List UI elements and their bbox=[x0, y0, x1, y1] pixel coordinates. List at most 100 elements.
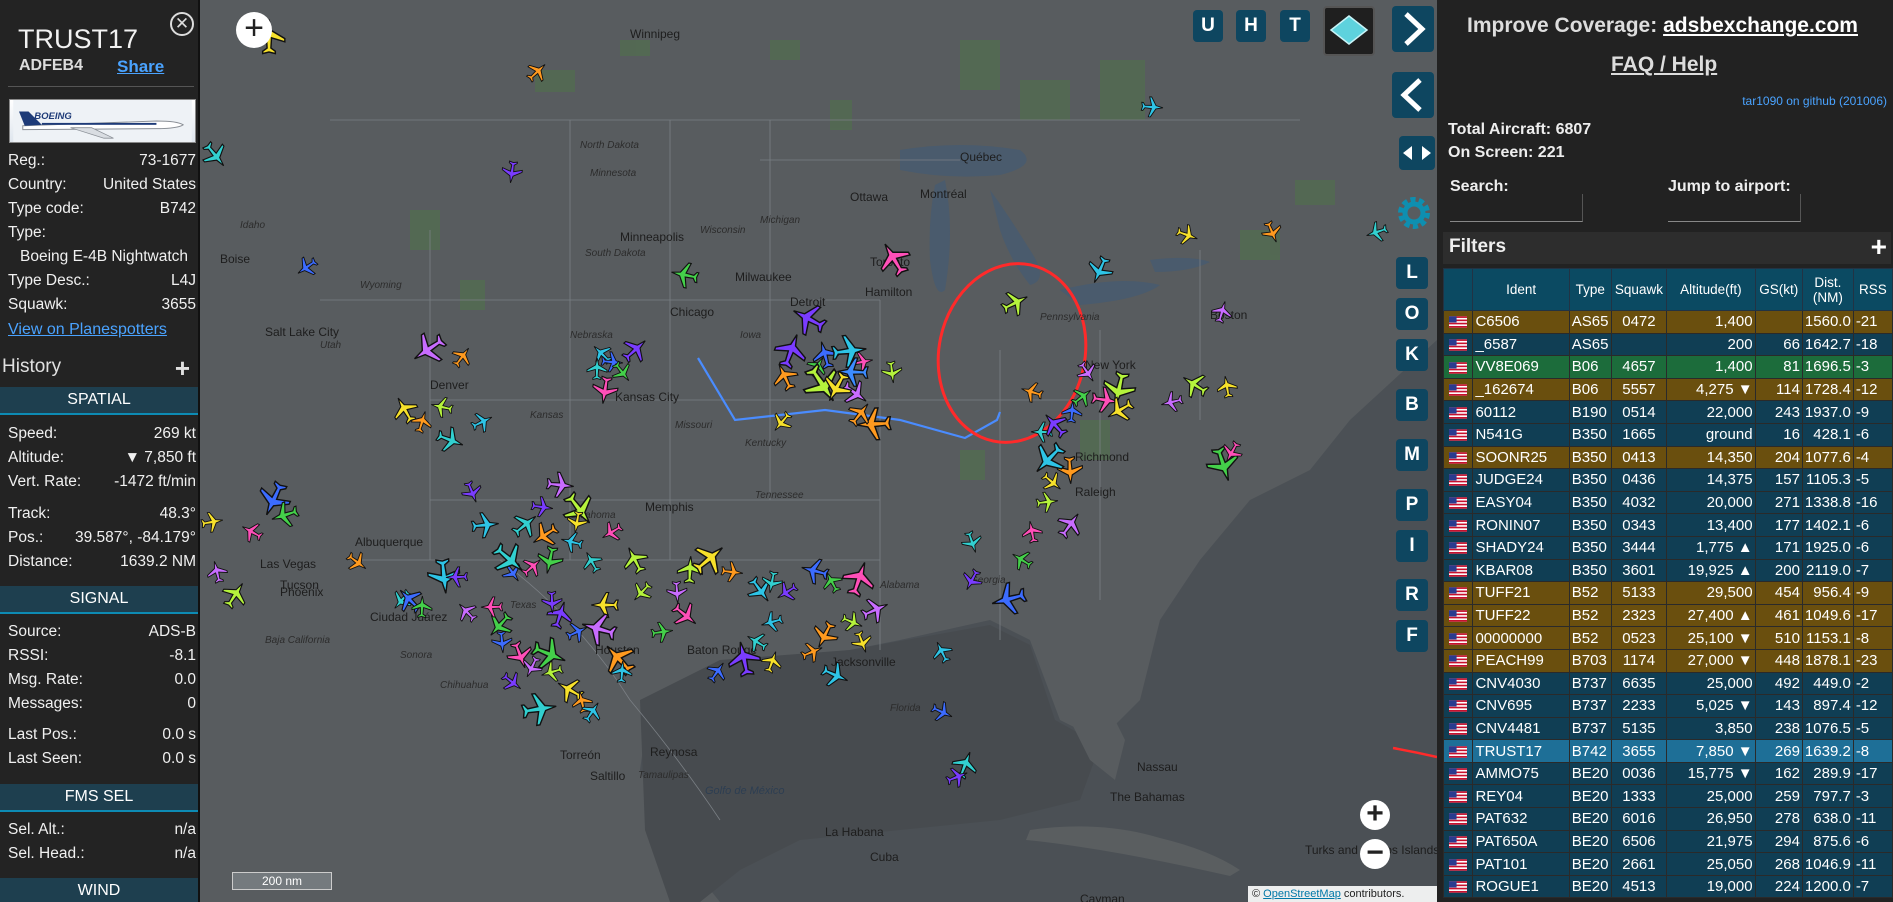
aircraft-marker-icon[interactable] bbox=[530, 495, 554, 524]
zoom-in-bottom-button[interactable]: + bbox=[1360, 799, 1390, 830]
aircraft-marker-icon[interactable] bbox=[200, 140, 230, 175]
aircraft-marker-icon[interactable] bbox=[1020, 380, 1044, 409]
column-header[interactable]: GS(kt) bbox=[1754, 268, 1803, 311]
aircraft-marker-icon[interactable] bbox=[540, 590, 564, 619]
aircraft-marker-icon[interactable] bbox=[535, 545, 565, 580]
aircraft-marker-icon[interactable] bbox=[770, 410, 794, 439]
table-row[interactable]: PAT650A BE20 6506 21,975 294 875.6 -6 bbox=[1442, 829, 1893, 854]
aircraft-marker-icon[interactable] bbox=[1010, 548, 1034, 577]
map-option-o-button[interactable]: O bbox=[1396, 298, 1428, 330]
aircraft-marker-icon[interactable] bbox=[520, 690, 558, 733]
aircraft-marker-icon[interactable] bbox=[1075, 360, 1099, 389]
aircraft-marker-icon[interactable] bbox=[846, 400, 874, 433]
filters-header[interactable]: Filters + bbox=[1443, 231, 1891, 264]
aircraft-marker-icon[interactable] bbox=[960, 568, 984, 597]
table-row[interactable]: TUFF22 B52 2323 27,400 ▲ 461 1049.6 -17 bbox=[1442, 603, 1893, 628]
search-input[interactable] bbox=[1450, 194, 1583, 222]
history-header[interactable]: History + bbox=[0, 353, 198, 383]
hide-sidebar-button[interactable] bbox=[1392, 72, 1434, 118]
filters-expand-icon[interactable]: + bbox=[1871, 231, 1887, 263]
column-header[interactable] bbox=[1442, 268, 1474, 311]
table-row[interactable]: PAT101 BE20 2661 25,050 268 1046.9 -11 bbox=[1442, 852, 1893, 876]
aircraft-marker-icon[interactable] bbox=[770, 362, 800, 397]
column-header[interactable]: Altitude(ft) bbox=[1666, 268, 1756, 311]
table-row[interactable]: PEACH99 B703 1174 27,000 ▼ 448 1878.1 -23 bbox=[1442, 648, 1893, 673]
aircraft-marker-icon[interactable] bbox=[445, 565, 469, 594]
map-option-p-button[interactable]: P bbox=[1396, 489, 1428, 521]
aircraft-marker-icon[interactable] bbox=[410, 330, 448, 373]
table-row[interactable]: _162674 B06 5557 4,275 ▼ 114 1728.4 -12 bbox=[1442, 377, 1893, 402]
aircraft-marker-icon[interactable] bbox=[295, 255, 319, 284]
map-option-f-button[interactable]: F bbox=[1396, 620, 1428, 652]
aircraft-marker-icon[interactable] bbox=[450, 345, 474, 374]
aircraft-marker-icon[interactable] bbox=[880, 360, 904, 389]
aircraft-marker-icon[interactable] bbox=[1105, 395, 1135, 430]
aircraft-marker-icon[interactable] bbox=[1085, 255, 1115, 290]
settings-gear-icon[interactable] bbox=[1394, 193, 1434, 233]
map-option-l-button[interactable]: L bbox=[1396, 257, 1428, 289]
column-header[interactable]: Ident bbox=[1472, 268, 1570, 311]
aircraft-marker-icon[interactable] bbox=[850, 630, 874, 659]
close-icon[interactable]: ✕ bbox=[170, 12, 194, 36]
planespotters-link[interactable]: View on Planespotters bbox=[8, 321, 167, 339]
show-sidebar-button[interactable] bbox=[1392, 6, 1434, 52]
aircraft-marker-icon[interactable] bbox=[820, 660, 850, 695]
column-header[interactable]: RSS bbox=[1852, 268, 1893, 311]
table-row[interactable]: KBAR08 B350 3601 19,925 ▲ 200 2119.0 -7 bbox=[1442, 558, 1893, 583]
aircraft-marker-icon[interactable] bbox=[930, 700, 954, 729]
table-row[interactable]: CNV695 B737 2233 5,025 ▼ 143 897.4 -12 bbox=[1442, 694, 1893, 718]
map-option-m-button[interactable]: M bbox=[1396, 439, 1428, 471]
aircraft-marker-icon[interactable] bbox=[1210, 300, 1234, 329]
zoom-in-button[interactable]: + bbox=[236, 11, 272, 48]
aircraft-marker-icon[interactable] bbox=[525, 60, 549, 89]
layer-toggle-button[interactable] bbox=[1323, 6, 1375, 56]
aircraft-marker-icon[interactable] bbox=[490, 540, 528, 583]
adsbexchange-link[interactable]: adsbexchange.com bbox=[1663, 14, 1858, 37]
aircraft-marker-icon[interactable] bbox=[470, 410, 494, 439]
column-header[interactable]: Dist. (NM) bbox=[1801, 268, 1854, 311]
aircraft-marker-icon[interactable] bbox=[580, 550, 604, 579]
map-option-b-button[interactable]: B bbox=[1396, 389, 1428, 421]
aircraft-marker-icon[interactable] bbox=[1180, 370, 1210, 405]
aircraft-marker-icon[interactable] bbox=[1175, 223, 1199, 252]
table-row[interactable]: VV8E069 B06 4657 1,400 81 1696.5 -3 bbox=[1442, 355, 1893, 379]
jump-to-airport-input[interactable] bbox=[1668, 194, 1801, 222]
map-option-r-button[interactable]: R bbox=[1396, 579, 1428, 611]
share-link[interactable]: Share bbox=[117, 57, 164, 77]
table-row[interactable]: CNV4481 B737 5135 3,850 238 1076.5 -5 bbox=[1442, 716, 1893, 741]
table-row[interactable]: AMMO75 BE20 0036 15,775 ▼ 162 289.9 -17 bbox=[1442, 761, 1893, 786]
aircraft-marker-icon[interactable] bbox=[630, 580, 654, 609]
table-row[interactable]: PAT632 BE20 6016 26,950 278 638.0 -11 bbox=[1442, 807, 1893, 831]
aircraft-marker-icon[interactable] bbox=[620, 545, 650, 580]
aircraft-marker-icon[interactable] bbox=[670, 260, 700, 295]
aircraft-marker-icon[interactable] bbox=[665, 580, 689, 609]
map-view[interactable]: Winnipeg North Dakota Minnesota Minneapolis… bbox=[200, 0, 1437, 902]
expand-sidebar-button[interactable] bbox=[1399, 136, 1435, 170]
aircraft-marker-icon[interactable] bbox=[460, 480, 484, 509]
map-option-i-button[interactable]: I bbox=[1396, 530, 1428, 562]
openstreetmap-link[interactable]: OpenStreetMap bbox=[1263, 888, 1341, 900]
table-row[interactable]: SHADY24 B350 3444 1,775 ▲ 171 1925.0 -6 bbox=[1442, 535, 1893, 560]
table-row[interactable]: SOONR25 B350 0413 14,350 204 1077.6 -4 bbox=[1442, 445, 1893, 470]
aircraft-marker-icon[interactable] bbox=[875, 240, 913, 283]
aircraft-marker-icon[interactable] bbox=[270, 500, 300, 535]
aircraft-marker-icon[interactable] bbox=[836, 355, 870, 394]
aircraft-marker-icon[interactable] bbox=[860, 595, 890, 630]
aircraft-marker-icon[interactable] bbox=[220, 580, 250, 615]
table-row[interactable]: C6506 AS65 0472 1,400 1560.0 -21 bbox=[1442, 310, 1893, 334]
table-row[interactable]: N541G B350 1665 ground 16 428.1 -6 bbox=[1442, 422, 1893, 447]
map-toggle-t-button[interactable]: T bbox=[1280, 10, 1310, 42]
aircraft-marker-icon[interactable] bbox=[480, 595, 504, 624]
map-toggle-h-button[interactable]: H bbox=[1236, 10, 1266, 42]
table-row[interactable]: 60112 B190 0514 22,000 243 1937.0 -9 bbox=[1442, 400, 1893, 424]
aircraft-marker-icon[interactable] bbox=[200, 510, 224, 539]
aircraft-marker-icon[interactable] bbox=[435, 425, 465, 460]
table-row[interactable]: EASY04 B350 4032 20,000 271 1338.8 -16 bbox=[1442, 490, 1893, 515]
aircraft-marker-icon[interactable] bbox=[500, 160, 524, 189]
column-header[interactable]: Squawk bbox=[1610, 268, 1668, 311]
aircraft-marker-icon[interactable] bbox=[1055, 510, 1085, 545]
table-row[interactable]: JUDGE24 B350 0436 14,375 157 1105.3 -5 bbox=[1442, 468, 1893, 492]
aircraft-marker-icon[interactable] bbox=[1140, 95, 1164, 124]
aircraft-marker-icon[interactable] bbox=[410, 595, 434, 624]
aircraft-photo[interactable]: BOEING bbox=[9, 99, 196, 143]
